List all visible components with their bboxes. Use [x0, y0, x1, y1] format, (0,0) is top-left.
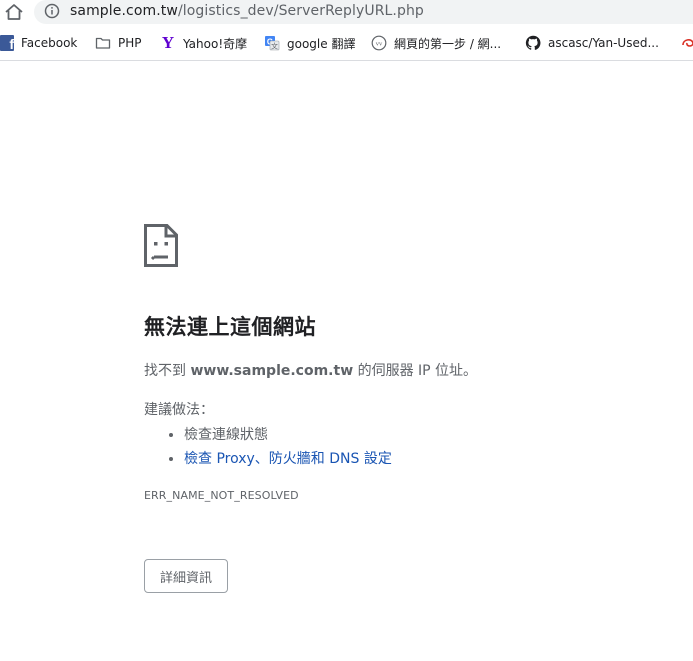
globe-icon: vv	[371, 35, 387, 51]
bookmark-facebook[interactable]: f Facebook	[0, 34, 77, 52]
error-desc-host: www.sample.com.tw	[190, 363, 354, 379]
sad-page-icon	[144, 224, 178, 267]
bookmark-label: Facebook	[21, 36, 78, 50]
bookmark-label: PHP	[118, 36, 142, 50]
bookmark-label: ascasc/Yan-Used...	[548, 36, 659, 50]
bookmark-webpage-first-step[interactable]: vv 網頁的第一步 / 網...	[371, 34, 501, 52]
facebook-icon: f	[0, 35, 14, 51]
bookmarks-bar: f Facebook PHP Y Yahoo!奇摩 G 文 google 翻譯	[0, 26, 693, 61]
bookmark-label: google 翻譯	[287, 36, 356, 51]
home-icon[interactable]	[4, 3, 24, 21]
bookmark-overflow-item[interactable]	[680, 34, 693, 52]
svg-text:文: 文	[271, 42, 278, 51]
info-icon[interactable]	[44, 3, 60, 19]
browser-toolbar: sample.com.tw/logistics_dev/ServerReplyU…	[0, 0, 693, 26]
suggestion-item: 檢查 Proxy、防火牆和 DNS 設定	[184, 447, 392, 471]
yahoo-icon: Y	[161, 33, 175, 52]
suggestion-item: 檢查連線狀態	[184, 423, 392, 447]
url-text[interactable]: sample.com.tw/logistics_dev/ServerReplyU…	[70, 3, 424, 20]
swirl-icon	[680, 35, 693, 51]
bookmark-yahoo[interactable]: Y Yahoo!奇摩	[160, 34, 247, 52]
suggestion-check-proxy-link[interactable]: 檢查 Proxy、防火牆和 DNS 設定	[184, 451, 392, 467]
bookmark-github[interactable]: ascasc/Yan-Used...	[525, 34, 659, 52]
suggestions-heading: 建議做法：	[144, 402, 214, 418]
bookmark-folder-php[interactable]: PHP	[95, 34, 142, 52]
url-host: sample.com.tw	[70, 3, 178, 19]
error-desc-prefix: 找不到	[144, 363, 191, 379]
github-icon	[525, 35, 541, 51]
error-desc-suffix: 的伺服器 IP 位址。	[353, 363, 478, 379]
suggestions-list: 檢查連線狀態 檢查 Proxy、防火牆和 DNS 設定	[144, 423, 392, 471]
url-path: /logistics_dev/ServerReplyURL.php	[177, 3, 424, 19]
bookmark-label: Yahoo!奇摩	[183, 36, 248, 51]
google-translate-icon: G 文	[264, 35, 280, 51]
details-button[interactable]: 詳細資訊	[144, 559, 228, 593]
address-bar[interactable]: sample.com.tw/logistics_dev/ServerReplyU…	[34, 0, 693, 24]
suggestion-check-connection: 檢查連線狀態	[184, 427, 268, 443]
bookmark-label: 網頁的第一步 / 網...	[394, 36, 502, 51]
bookmark-google-translate[interactable]: G 文 google 翻譯	[264, 34, 355, 52]
error-title: 無法連上這個網站	[144, 315, 316, 339]
svg-text:vv: vv	[376, 41, 383, 48]
error-description: 找不到 www.sample.com.tw 的伺服器 IP 位址。	[144, 361, 477, 381]
folder-icon	[95, 35, 111, 51]
error-code: ERR_NAME_NOT_RESOLVED	[144, 489, 299, 502]
